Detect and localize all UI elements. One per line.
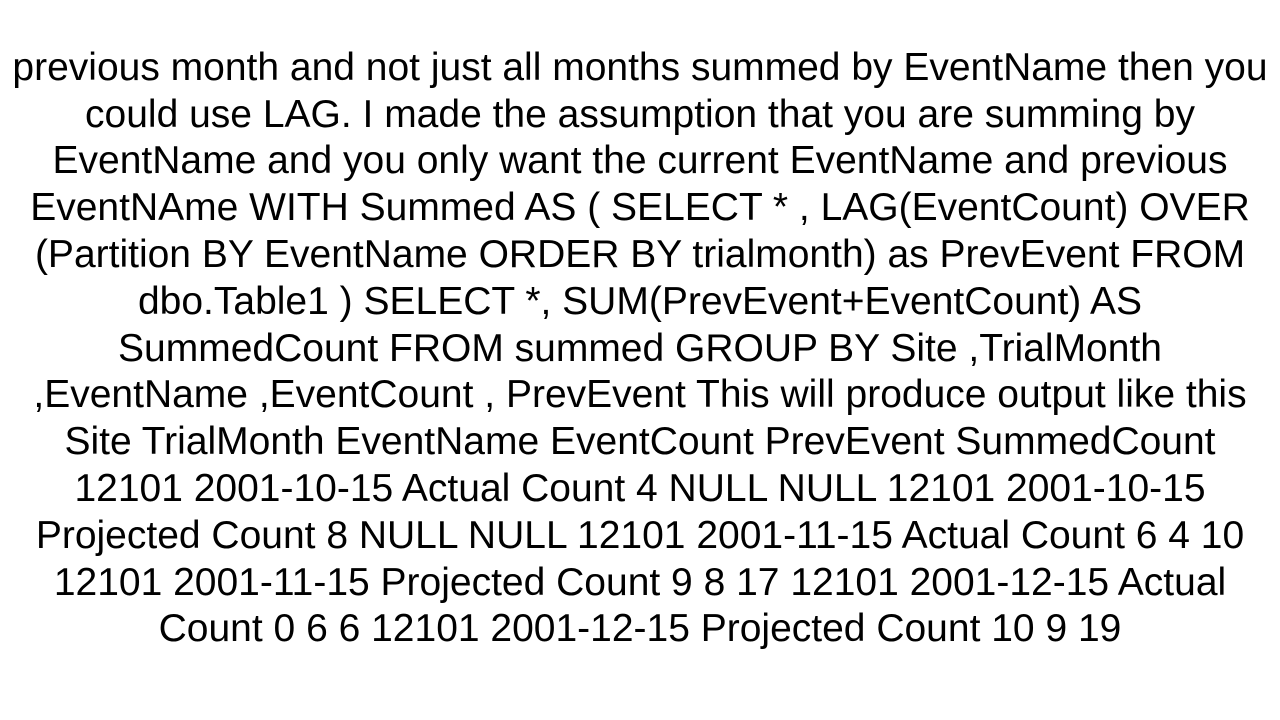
document-body: previous month and not just all months s…: [0, 0, 1280, 720]
body-text: previous month and not just all months s…: [8, 45, 1272, 653]
